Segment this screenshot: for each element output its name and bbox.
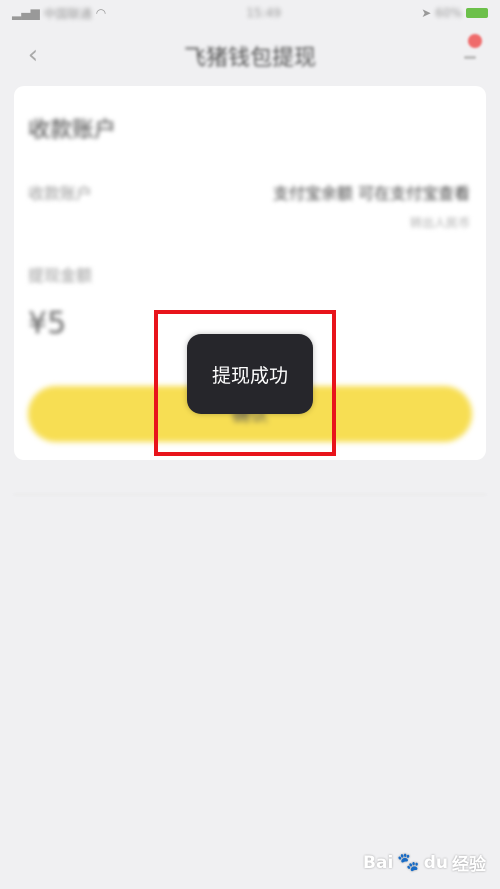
card-title: 收款账户 xyxy=(28,118,117,143)
account-subtext: 转出人民币 xyxy=(409,216,470,230)
wifi-icon: ◠ xyxy=(95,6,107,20)
account-value[interactable]: 支付宝余额 可在支付宝查看 xyxy=(273,180,470,204)
battery-percent: 60% xyxy=(435,6,462,20)
watermark-brand: Bai xyxy=(363,852,394,873)
chevron-left-icon: ‹ xyxy=(27,40,39,70)
page-title: 飞猪钱包提现 xyxy=(183,46,316,71)
notification-badge xyxy=(468,34,482,48)
amount-value: ¥5 xyxy=(28,306,67,341)
battery-icon xyxy=(465,8,488,18)
back-button[interactable]: ‹ xyxy=(18,40,48,70)
carrier-label: 中国联通 xyxy=(43,6,92,21)
amount-label: 提现金额 xyxy=(28,266,93,285)
watermark-sub: 经验 xyxy=(452,855,486,875)
status-right: ➤ 60% xyxy=(421,6,488,20)
location-icon: ➤ xyxy=(421,6,432,20)
status-left: ▂▄▆ 中国联通 ◠ xyxy=(12,5,106,22)
highlight-annotation-box xyxy=(154,310,336,456)
watermark-brand-suffix: du xyxy=(423,852,448,873)
menu-icon xyxy=(464,56,476,59)
divider xyxy=(14,494,486,495)
paw-icon: 🐾 xyxy=(397,852,420,873)
more-button[interactable] xyxy=(452,34,486,68)
status-bar: ▂▄▆ 中国联通 ◠ 15:49 ➤ 60% xyxy=(0,0,500,26)
signal-icon: ▂▄▆ xyxy=(12,6,40,20)
account-label: 收款账户 xyxy=(28,184,93,203)
navigation-bar: ‹ 飞猪钱包提现 xyxy=(0,26,500,86)
watermark-logo: Bai 🐾 du 经验 xyxy=(363,850,486,875)
status-time: 15:49 xyxy=(246,6,282,20)
